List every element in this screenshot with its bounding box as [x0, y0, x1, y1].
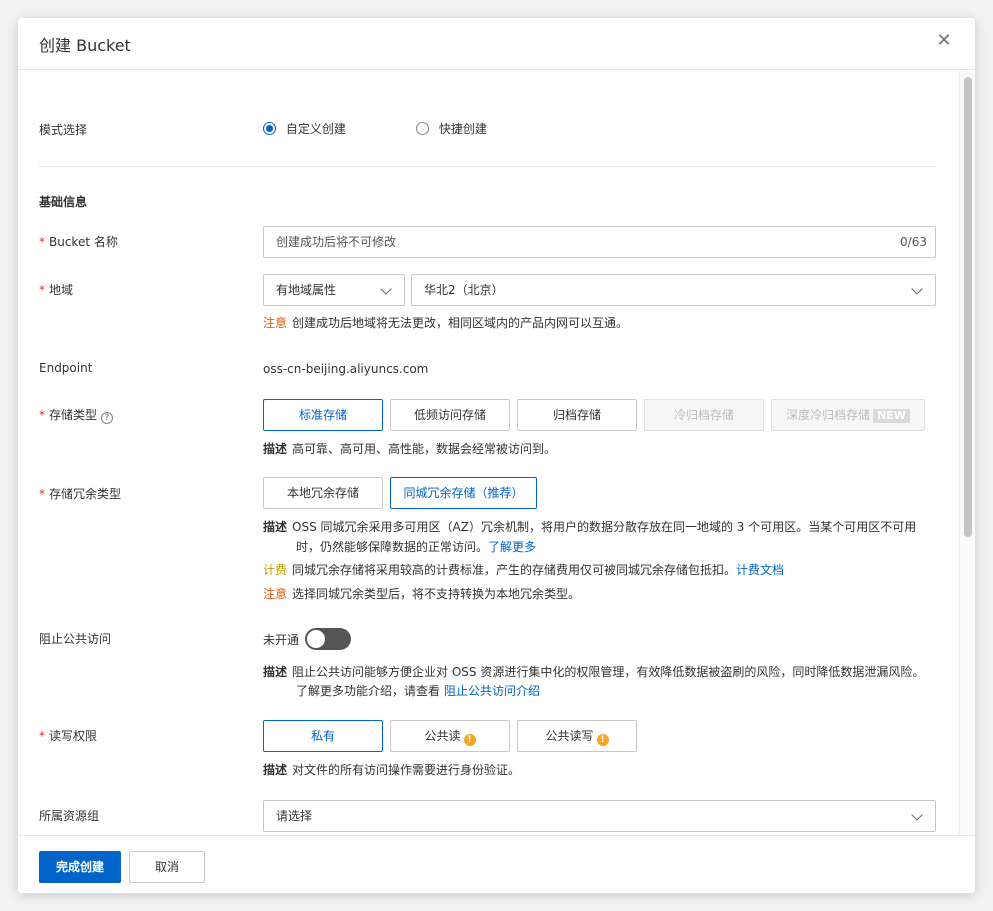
- radio-quick[interactable]: 快捷创建: [416, 120, 487, 137]
- desc-line2: 了解更多功能介绍，请查看: [296, 684, 441, 698]
- fee-key: 计费: [263, 563, 288, 577]
- storage-cold-archive-button[interactable]: 冷归档存储: [644, 399, 764, 431]
- desc-text: 高可靠、高可用、高性能，数据会经常被访问到。: [292, 442, 557, 456]
- section-basic-title: 基础信息: [39, 195, 88, 209]
- deep-cold-label: 深度冷归档存储: [786, 408, 871, 422]
- desc-key: 描述: [263, 442, 288, 456]
- redundancy-note: 注意 选择同城冗余类型后，将不支持转换为本地冗余类型。: [263, 585, 580, 603]
- endpoint-value: oss-cn-beijing.aliyuncs.com: [263, 362, 429, 376]
- region-select[interactable]: 华北2（北京）: [411, 274, 936, 306]
- resource-group-label: 所属资源组: [39, 809, 100, 823]
- required-mark: *: [39, 235, 45, 249]
- radio-quick-label: 快捷创建: [438, 122, 487, 136]
- redundancy-label-text: 存储冗余类型: [49, 487, 122, 501]
- region-value: 华北2（北京）: [424, 283, 504, 297]
- radio-custom[interactable]: 自定义创建: [263, 120, 346, 137]
- region-note: 注意 创建成功后地域将无法更改，相同区域内的产品内网可以互通。: [263, 314, 628, 332]
- acl-label: * 读写权限: [39, 727, 97, 744]
- radio-custom-indicator[interactable]: [263, 122, 276, 135]
- redundancy-fee: 计费 同城冗余存储将采用较高的计费标准，产生的存储费用仅可被同城冗余存储包抵扣。计…: [263, 561, 784, 579]
- close-icon[interactable]: ✕: [933, 30, 955, 52]
- desc-line1: OSS 同城冗余采用多可用区（AZ）冗余机制，将用户的数据分散存放在同一地域的 …: [292, 520, 917, 534]
- dialog-header: 创建 Bucket ✕: [18, 18, 975, 70]
- acl-public-rw-label: 公共读写: [545, 729, 594, 743]
- desc-text: 对文件的所有访问操作需要进行身份验证。: [292, 763, 521, 777]
- create-bucket-dialog: 创建 Bucket ✕ 模式选择 自定义创建 快捷创建 基础信息 * Bucket…: [18, 18, 975, 893]
- redundancy-label: * 存储冗余类型: [39, 485, 121, 502]
- desc-key: 描述: [263, 520, 288, 534]
- dialog-body: 模式选择 自定义创建 快捷创建 基础信息 * Bucket 名称 创建成功后将不可…: [18, 71, 959, 835]
- radio-quick-indicator[interactable]: [416, 122, 429, 135]
- required-mark: *: [39, 487, 45, 501]
- storage-ia-button[interactable]: 低频访问存储: [390, 399, 510, 431]
- radio-custom-label: 自定义创建: [285, 122, 346, 136]
- note-key: 注意: [263, 316, 288, 330]
- scrollbar-thumb[interactable]: [964, 77, 972, 537]
- storage-deep-cold-archive-button[interactable]: 深度冷归档存储 NEW: [771, 399, 925, 431]
- block-public-label: 阻止公共访问: [39, 632, 112, 646]
- required-mark: *: [39, 729, 45, 743]
- fee-text: 同城冗余存储将采用较高的计费标准，产生的存储费用仅可被同城冗余存储包抵扣。: [292, 563, 737, 577]
- storage-class-desc: 描述 高可靠、高可用、高性能，数据会经常被访问到。: [263, 440, 556, 458]
- block-public-toggle-row: 未开通: [263, 628, 352, 650]
- warning-icon: !: [596, 734, 609, 746]
- block-public-desc-cont: 了解更多功能介绍，请查看 阻止公共访问介绍: [296, 682, 540, 700]
- region-attr-value: 有地域属性: [276, 283, 337, 297]
- desc-key: 描述: [263, 763, 288, 777]
- required-mark: *: [39, 283, 45, 297]
- region-attr-select[interactable]: 有地域属性: [263, 274, 405, 306]
- acl-label-text: 读写权限: [49, 729, 98, 743]
- storage-archive-button[interactable]: 归档存储: [517, 399, 637, 431]
- block-public-desc: 描述 阻止公共访问能够方便企业对 OSS 资源进行集中化的权限管理，有效降低数据被…: [263, 663, 924, 681]
- bucket-name-placeholder: 创建成功后将不可修改: [276, 235, 397, 249]
- acl-public-read-button[interactable]: 公共读!: [390, 720, 510, 752]
- chevron-down-icon: [911, 809, 923, 821]
- divider: [39, 166, 936, 167]
- mode-label: 模式选择: [39, 123, 88, 137]
- scrollbar[interactable]: [959, 71, 975, 835]
- acl-desc: 描述 对文件的所有访问操作需要进行身份验证。: [263, 761, 520, 779]
- redundancy-desc-cont: 时，仍然能够保障数据的正常访问。了解更多: [296, 538, 536, 556]
- resource-group-placeholder: 请选择: [276, 809, 313, 823]
- dialog-title: 创建 Bucket: [39, 36, 131, 55]
- acl-public-read-write-button[interactable]: 公共读写!: [517, 720, 637, 752]
- question-circle-icon[interactable]: ?: [101, 412, 114, 424]
- desc-line1: 阻止公共访问能够方便企业对 OSS 资源进行集中化的权限管理，有效降低数据被盗刷…: [292, 665, 925, 679]
- region-label-text: 地域: [49, 283, 74, 297]
- acl-public-read-label: 公共读: [424, 729, 461, 743]
- learn-more-link[interactable]: 了解更多: [488, 540, 536, 554]
- required-mark: *: [39, 408, 45, 422]
- note-key: 注意: [263, 587, 288, 601]
- storage-class-label-text: 存储类型: [49, 408, 98, 422]
- warning-icon: !: [463, 734, 476, 746]
- block-public-doc-link[interactable]: 阻止公共访问介绍: [444, 684, 540, 698]
- desc-key: 描述: [263, 665, 288, 679]
- bucket-name-label: * Bucket 名称: [39, 233, 118, 250]
- bucket-name-label-text: Bucket 名称: [49, 235, 118, 249]
- redundancy-lrs-button[interactable]: 本地冗余存储: [263, 477, 383, 509]
- redundancy-zrs-button[interactable]: 同城冗余存储（推荐）: [390, 477, 537, 509]
- region-label: * 地域: [39, 281, 73, 298]
- redundancy-desc: 描述 OSS 同城冗余采用多可用区（AZ）冗余机制，将用户的数据分散存放在同一地域…: [263, 518, 916, 536]
- fee-doc-link[interactable]: 计费文档: [736, 563, 784, 577]
- chevron-down-icon: [911, 283, 923, 295]
- storage-class-label: * 存储类型?: [39, 406, 114, 424]
- storage-standard-button[interactable]: 标准存储: [263, 399, 383, 431]
- note-text: 选择同城冗余类型后，将不支持转换为本地冗余类型。: [292, 587, 581, 601]
- endpoint-label: Endpoint: [39, 361, 93, 375]
- cancel-button[interactable]: 取消: [129, 851, 205, 883]
- bucket-name-input[interactable]: 创建成功后将不可修改 0/63: [263, 226, 936, 258]
- dialog-footer: 完成创建 取消: [18, 835, 975, 893]
- chevron-down-icon: [380, 283, 392, 295]
- resource-group-select[interactable]: 请选择: [263, 800, 936, 832]
- block-public-toggle[interactable]: [305, 628, 352, 650]
- toggle-label: 未开通: [263, 633, 300, 647]
- note-text: 创建成功后地域将无法更改，相同区域内的产品内网可以互通。: [292, 316, 629, 330]
- desc-line2: 时，仍然能够保障数据的正常访问。: [296, 540, 489, 554]
- acl-private-button[interactable]: 私有: [263, 720, 383, 752]
- bucket-name-counter: 0/63: [900, 235, 927, 249]
- new-badge: NEW: [873, 409, 910, 423]
- confirm-create-button[interactable]: 完成创建: [39, 851, 121, 883]
